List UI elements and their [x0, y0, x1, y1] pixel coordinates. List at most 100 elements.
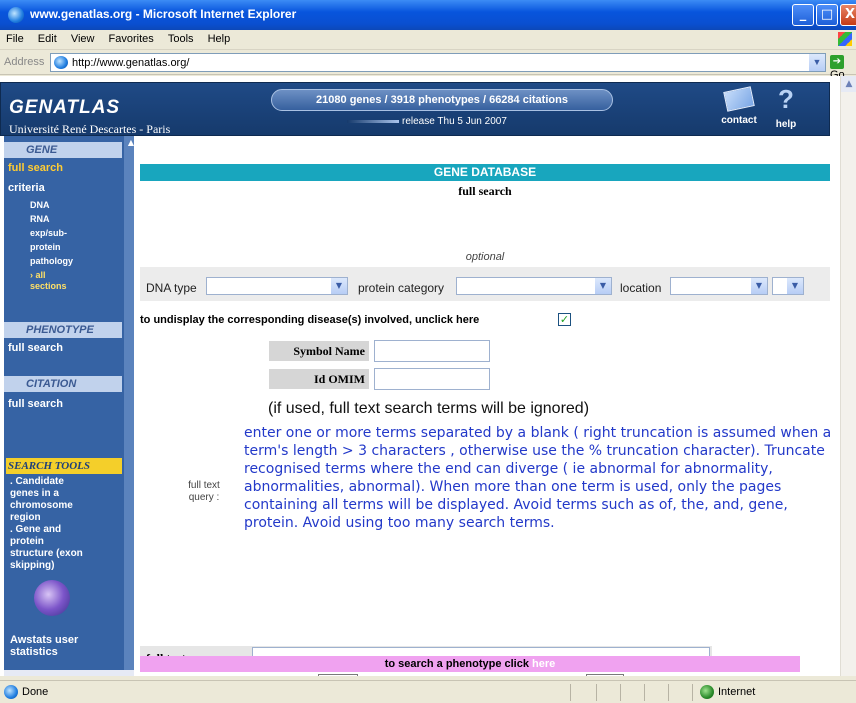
- address-label: Address: [4, 56, 45, 68]
- security-zone: Internet: [718, 686, 756, 698]
- window-title: www.genatlas.org - Microsoft Internet Ex…: [30, 7, 297, 21]
- page-scrollbar[interactable]: ▲: [840, 76, 856, 676]
- dna-type-select[interactable]: ▼: [206, 277, 348, 295]
- full-text-side-label-line: query :: [188, 492, 220, 503]
- status-divider: [570, 684, 571, 701]
- scroll-up-icon[interactable]: ▲: [124, 136, 134, 150]
- left-navigation: GENE full search criteria DNA RNA exp/su…: [4, 136, 134, 676]
- tool-line[interactable]: structure (exon: [10, 548, 122, 560]
- address-dropdown-icon[interactable]: ▼: [809, 54, 825, 71]
- globe-icon[interactable]: [34, 580, 70, 616]
- close-button[interactable]: X: [840, 4, 856, 26]
- nav-sub-rna[interactable]: RNA: [30, 214, 50, 225]
- status-divider: [668, 684, 669, 701]
- tool-line[interactable]: protein: [10, 536, 122, 548]
- menu-view[interactable]: View: [65, 30, 100, 45]
- maximize-button[interactable]: □: [816, 4, 838, 26]
- status-text: Done: [22, 686, 49, 698]
- nav-gene-criteria[interactable]: criteria: [8, 182, 45, 194]
- location-select[interactable]: ▼: [670, 277, 768, 295]
- status-divider: [692, 684, 693, 701]
- tool-line[interactable]: chromosome: [10, 500, 122, 512]
- menu-tools[interactable]: Tools: [162, 30, 199, 45]
- tool-line[interactable]: genes in a: [10, 488, 122, 500]
- question-mark-icon: ?: [778, 84, 794, 114]
- nav-sub-dna[interactable]: DNA: [30, 200, 50, 211]
- ie-icon: [8, 7, 24, 23]
- nav-heading-phenotype: PHENOTYPE: [4, 322, 122, 338]
- protein-category-label: protein category: [358, 281, 445, 295]
- search-instructions: enter one or more terms separated by a b…: [244, 425, 832, 531]
- optional-label: optional: [465, 251, 505, 263]
- phenotype-search-text: to search a phenotype click: [384, 658, 533, 670]
- nav-heading-citation: CITATION: [4, 376, 122, 392]
- symbol-name-label: Symbol Name: [268, 340, 370, 362]
- ignored-note: (if used, full text search terms will be…: [268, 400, 590, 417]
- page-icon: [54, 56, 68, 69]
- nav-scrollbar[interactable]: ▲: [124, 136, 134, 676]
- id-omim-input[interactable]: [374, 368, 490, 390]
- chevron-down-icon: ▼: [787, 278, 803, 294]
- reset-button[interactable]: reset: [586, 674, 624, 676]
- nav-sub-all[interactable]: › all: [30, 270, 46, 281]
- dna-type-label: DNA type: [146, 281, 197, 295]
- tool-line[interactable]: region: [10, 512, 122, 524]
- menu-favorites[interactable]: Favorites: [103, 30, 159, 45]
- envelope-icon: [723, 86, 755, 112]
- site-header: GENATLAS Université René Descartes - Par…: [0, 82, 830, 136]
- awstats-line: statistics: [10, 646, 58, 658]
- page-subtitle: full search: [458, 184, 512, 198]
- nav-citation-full-search[interactable]: full search: [8, 398, 63, 410]
- address-input[interactable]: http://www.genatlas.org/ ▼: [50, 53, 826, 72]
- symbol-name-input[interactable]: [374, 340, 490, 362]
- help-label: help: [775, 119, 797, 130]
- chevron-down-icon: ▼: [595, 278, 611, 294]
- tool-line[interactable]: . Candidate: [10, 476, 122, 488]
- contact-link[interactable]: contact: [719, 86, 759, 126]
- undisplay-checkbox[interactable]: ✓: [558, 313, 571, 326]
- go-arrow-icon: ➔: [830, 55, 844, 69]
- release-date: release Thu 5 Jun 2007: [347, 116, 507, 127]
- menu-help[interactable]: Help: [202, 30, 236, 45]
- tool-line[interactable]: skipping): [10, 560, 122, 572]
- search-tools-links[interactable]: . Candidate genes in a chromosome region…: [10, 476, 122, 572]
- internet-zone-icon: [700, 685, 714, 699]
- windows-logo-icon: [838, 32, 852, 46]
- address-bar: Address http://www.genatlas.org/ ▼ ➔ Go: [0, 51, 856, 81]
- genatlas-logo[interactable]: GENATLAS: [9, 97, 120, 119]
- location-label: location: [620, 281, 662, 295]
- phenotype-here-link[interactable]: here: [532, 658, 555, 670]
- database-stats: 21080 genes / 3918 phenotypes / 66284 ci…: [271, 89, 613, 111]
- scroll-up-icon[interactable]: ▲: [841, 76, 856, 92]
- contact-label: contact: [721, 115, 757, 126]
- awstats-line: Awstats user: [10, 634, 79, 646]
- status-divider: [596, 684, 597, 701]
- nav-gene-full-search[interactable]: full search: [8, 162, 63, 174]
- nav-phenotype-full-search[interactable]: full search: [8, 342, 63, 354]
- nav-sub-sections[interactable]: sections: [30, 281, 67, 292]
- menu-edit[interactable]: Edit: [32, 30, 62, 45]
- nav-sub-protein[interactable]: protein: [30, 242, 61, 253]
- help-link[interactable]: ? help: [771, 85, 801, 130]
- release-arrow-icon: [347, 119, 399, 123]
- awstats-link[interactable]: Awstats user statistics: [10, 634, 122, 658]
- chevron-down-icon: ▼: [751, 278, 767, 294]
- status-divider: [644, 684, 645, 701]
- nav-horizontal-scrollbar[interactable]: [4, 670, 134, 676]
- find-button[interactable]: find: [318, 674, 358, 676]
- location-sub-select[interactable]: ▼: [772, 277, 804, 295]
- address-url: http://www.genatlas.org/: [72, 57, 190, 69]
- browser-window: www.genatlas.org - Microsoft Internet Ex…: [0, 0, 856, 703]
- title-bar: www.genatlas.org - Microsoft Internet Ex…: [0, 0, 856, 30]
- nav-heading-search-tools: SEARCH TOOLS: [6, 458, 122, 474]
- tool-line[interactable]: . Gene and: [10, 524, 122, 536]
- nav-sub-exp-sub[interactable]: exp/sub-: [30, 228, 67, 239]
- nav-sub-pathology[interactable]: pathology: [30, 256, 73, 267]
- undisplay-text: to undisplay the corresponding disease(s…: [140, 314, 480, 326]
- minimize-button[interactable]: _: [792, 4, 814, 26]
- menu-file[interactable]: File: [0, 30, 29, 45]
- nav-heading-gene: GENE: [4, 142, 122, 158]
- id-omim-label: Id OMIM: [268, 368, 370, 390]
- chevron-down-icon: ▼: [331, 278, 347, 294]
- protein-category-select[interactable]: ▼: [456, 277, 612, 295]
